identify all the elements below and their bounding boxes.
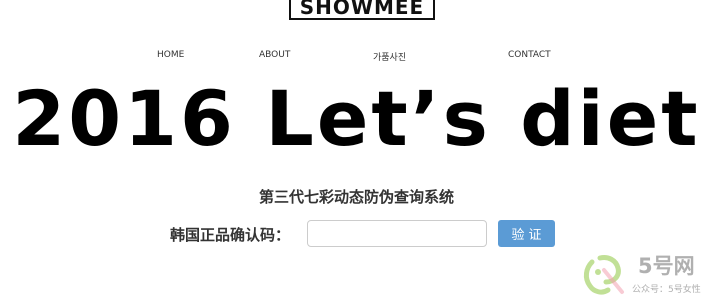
watermark-logo-icon xyxy=(583,255,624,295)
watermark-subtitle: 公众号：5号女性 xyxy=(632,285,701,295)
verification-code-label: 韩国正品确认码： xyxy=(170,226,291,244)
nav-item-home[interactable]: HOME xyxy=(157,50,184,60)
main-nav: HOME ABOUT 가품사진 CONTACT xyxy=(0,50,713,66)
watermark-brand: 5号网 xyxy=(638,254,695,278)
nav-item-contact[interactable]: CONTACT xyxy=(508,50,551,60)
verify-button[interactable]: 验证 xyxy=(498,220,555,247)
nav-item-fake-photos[interactable]: 가품사진 xyxy=(373,50,406,63)
watermark: 5号网 公众号：5号女性 xyxy=(578,252,710,300)
verification-code-input[interactable] xyxy=(307,220,487,247)
site-logo-text: SHOWMEE xyxy=(299,0,425,19)
site-logo[interactable]: SHOWMEE xyxy=(289,0,435,20)
nav-item-about[interactable]: ABOUT xyxy=(259,50,290,60)
hero-heading: 2016 Let’s diet xyxy=(12,74,701,163)
page: SHOWMEE HOME ABOUT 가품사진 CONTACT 2016 Let… xyxy=(0,0,713,302)
verification-title: 第三代七彩动态防伪查询系统 xyxy=(258,188,454,206)
